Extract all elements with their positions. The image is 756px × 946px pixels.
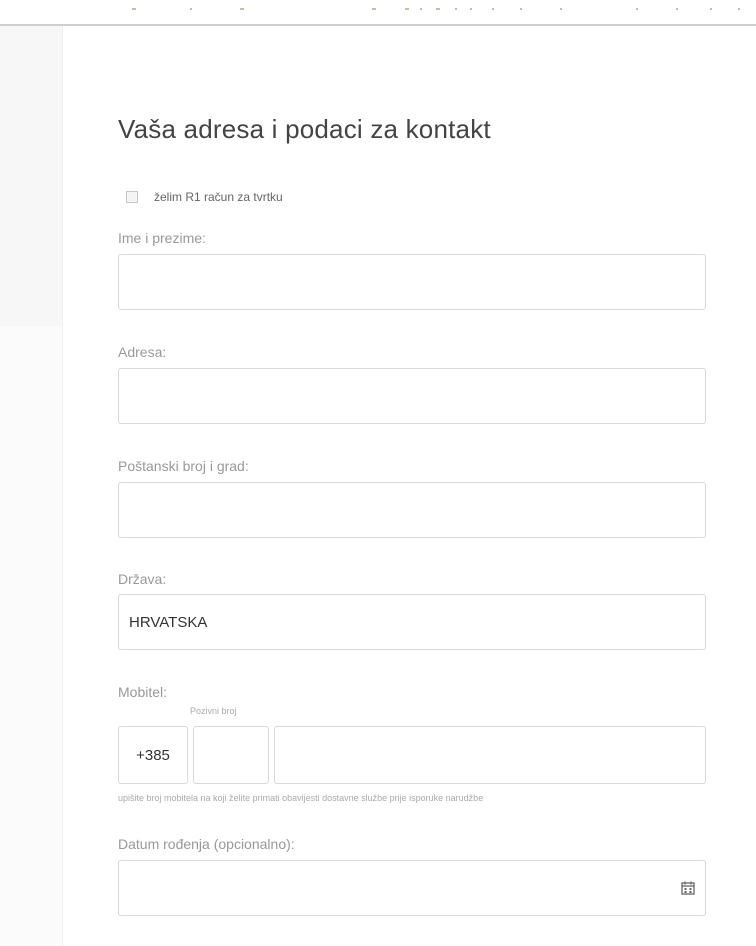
strip-mark: [372, 8, 376, 10]
calendar-icon[interactable]: [681, 881, 695, 895]
strip-mark: [520, 8, 522, 10]
strip-mark: [455, 8, 457, 10]
postal-city-label: Poštanski broj i grad:: [118, 458, 249, 474]
r1-invoice-label: želim R1 račun za tvrtku: [154, 190, 283, 204]
form-title: Vaša adresa i podaci za kontakt: [118, 114, 491, 144]
strip-mark: [405, 8, 409, 10]
contact-form: Vaša adresa i podaci za kontakt želim R1…: [118, 112, 706, 916]
birth-date-label: Datum rođenja (opcionalno):: [118, 836, 295, 852]
address-label: Adresa:: [118, 344, 167, 360]
strip-mark: [436, 8, 440, 10]
left-sidebar: [0, 26, 63, 946]
r1-invoice-option[interactable]: želim R1 račun za tvrtku: [126, 190, 283, 204]
strip-mark: [560, 8, 562, 10]
top-strip: [0, 0, 756, 26]
strip-mark: [676, 8, 678, 10]
strip-mark: [492, 8, 494, 10]
mobile-label: Mobitel:: [118, 684, 168, 700]
strip-mark: [636, 8, 638, 10]
strip-mark: [190, 8, 192, 10]
strip-mark: [710, 8, 712, 10]
strip-mark: [470, 8, 472, 10]
mobile-number-input[interactable]: [274, 726, 706, 784]
full-name-label: Ime i prezime:: [118, 230, 206, 246]
full-name-input[interactable]: [118, 254, 706, 310]
strip-mark: [420, 8, 422, 10]
mobile-input-row: +385: [118, 726, 706, 784]
address-input[interactable]: [118, 368, 706, 424]
strip-mark: [132, 8, 136, 10]
country-prefix-field[interactable]: +385: [118, 726, 188, 784]
strip-mark: [738, 8, 740, 10]
postal-city-input[interactable]: [118, 482, 706, 538]
birth-date-input[interactable]: [118, 860, 706, 916]
r1-invoice-checkbox[interactable]: [126, 191, 138, 203]
area-code-caption: Pozivni broj: [190, 706, 237, 716]
strip-mark: [240, 8, 244, 10]
checkout-page: Vaša adresa i podaci za kontakt želim R1…: [0, 0, 756, 946]
mobile-hint: upišite broj mobitela na koji želite pri…: [118, 793, 484, 803]
area-code-input[interactable]: [193, 726, 269, 784]
country-select[interactable]: HRVATSKA: [118, 594, 706, 650]
country-label: Država:: [118, 571, 167, 587]
